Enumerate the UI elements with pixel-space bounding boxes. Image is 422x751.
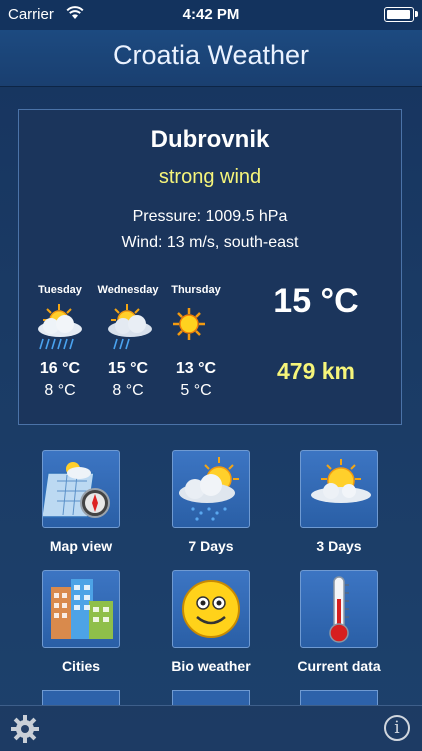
forecast-high: 15 °C [107,360,149,377]
pressure-reading: Pressure: 1009.5 hPa [132,208,288,225]
current-data-button[interactable]: Current data [284,570,394,674]
distance-value: 479 km [276,358,355,384]
city-name: Dubrovnik [150,126,270,153]
map-view-button[interactable]: Map view [26,450,136,554]
battery-icon [384,7,418,22]
forecast-day: Tuesday 16 °C 8 °C [25,284,95,400]
gear-icon[interactable] [10,714,40,744]
forecast-day-name: Tuesday [38,284,82,296]
three-days-button[interactable]: 3 Days [284,450,394,554]
tile-label: Map view [49,538,113,554]
forecast-day-name: Wednesday [97,284,159,296]
seven-days-button[interactable]: 7 Days [156,450,266,554]
tile-label: Current data [297,658,381,674]
nav-bar: Croatia Weather [0,30,422,87]
bottom-toolbar: i [0,705,422,751]
forecast-day: Thursday 13 °C 5 °C [161,284,231,400]
forecast-high: 13 °C [175,360,217,377]
tile-label: 3 Days [316,538,362,554]
thermometer-icon [329,576,349,643]
tile-box [300,450,378,528]
buildings-icon [51,579,113,639]
info-icon[interactable]: i [384,715,410,741]
cloud-sun-rain-icon [179,457,239,521]
tile-partial[interactable] [172,690,250,705]
tile-box [172,450,250,528]
sun-icon [173,308,205,340]
forecast-high: 16 °C [39,360,81,377]
forecast-low: 8 °C [112,382,144,399]
tile-partial[interactable] [42,690,120,705]
tile-box [300,570,378,648]
tile-box [42,570,120,648]
sun-cloud-drizzle-icon [108,304,152,350]
wind-reading: Wind: 13 m/s, south-east [121,234,299,251]
sun-cloud-rain-icon [38,304,82,350]
current-temperature: 15 °C [273,282,359,320]
sun-cloud-icon [311,459,371,503]
tile-box [172,570,250,648]
page-title: Croatia Weather [112,40,310,70]
cities-button[interactable]: Cities [26,570,136,674]
forecast-day-name: Thursday [171,284,221,296]
forecast-low: 5 °C [180,382,212,399]
tile-label: Bio weather [171,658,251,674]
current-weather-panel[interactable]: Dubrovnik strong wind Pressure: 1009.5 h… [18,109,402,425]
map-compass-icon [43,462,110,518]
tile-box [42,450,120,528]
forecast-low: 8 °C [44,382,76,399]
weather-condition: strong wind [158,166,262,188]
bio-weather-button[interactable]: Bio weather [156,570,266,674]
tile-label: Cities [61,658,101,674]
forecast-day: Wednesday 15 °C 8 °C [93,284,163,400]
smiley-icon [182,580,240,638]
tile-partial[interactable] [300,690,378,705]
status-time: 4:42 PM [182,6,240,23]
status-bar: Carrier 4:42 PM [0,0,422,30]
tile-label: 7 Days [188,538,234,554]
